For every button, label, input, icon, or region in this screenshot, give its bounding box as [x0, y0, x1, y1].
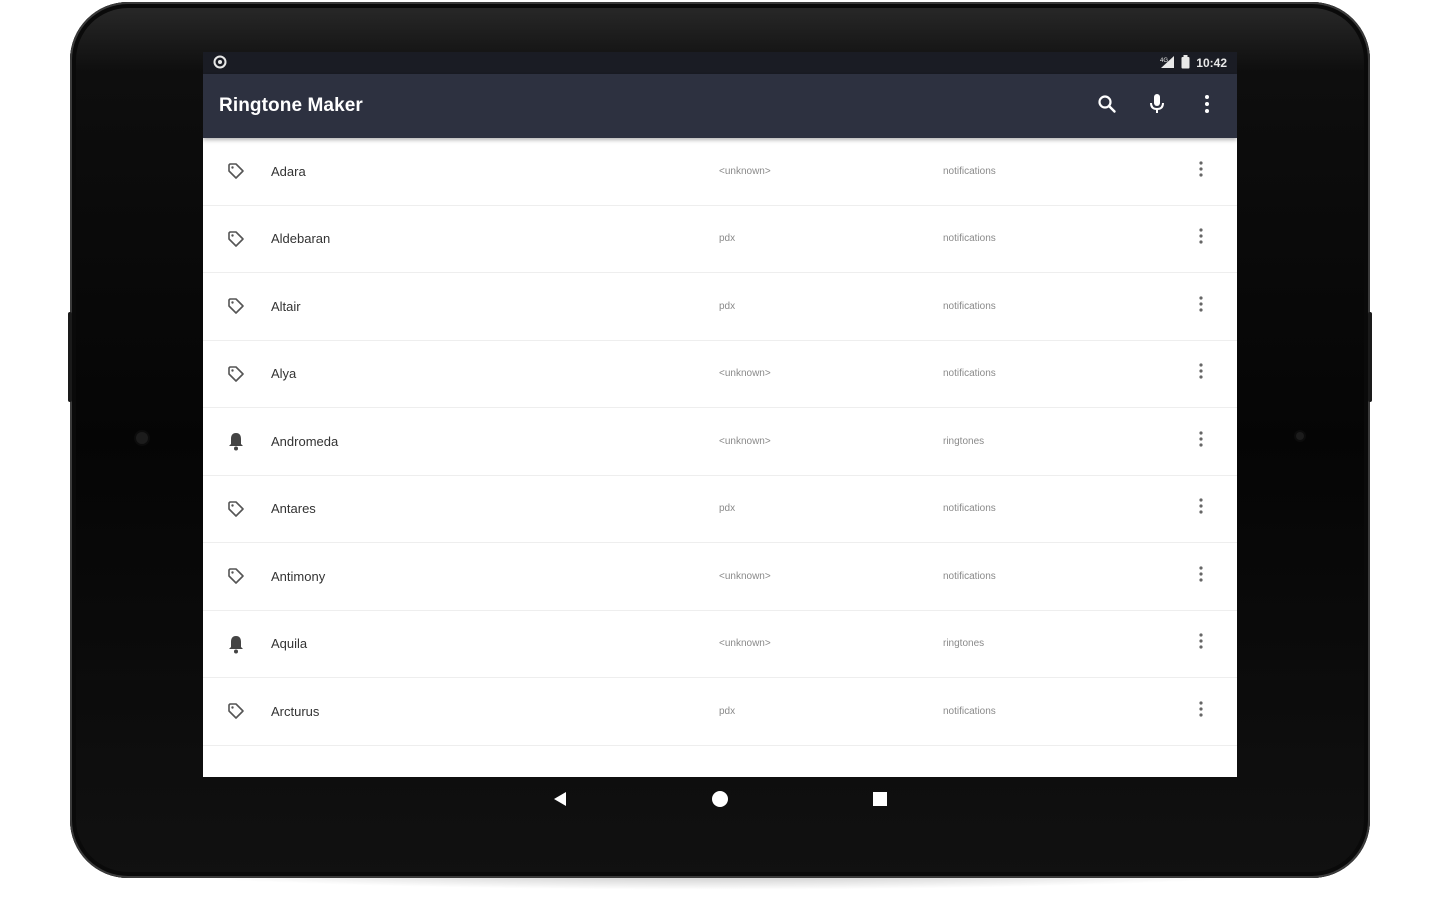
sound-title: Adara: [271, 163, 306, 179]
more-vert-icon: [1199, 363, 1203, 384]
sound-album: notifications: [943, 165, 996, 177]
side-button-right: [1368, 312, 1372, 402]
sound-title: Antares: [271, 501, 316, 517]
sound-artist: pdx: [719, 233, 736, 245]
signal-icon: 4G: [1159, 55, 1175, 72]
search-icon: [1097, 94, 1117, 119]
bell-icon: [225, 430, 247, 452]
sound-title: Altair: [271, 298, 301, 314]
more-vert-icon: [1199, 296, 1203, 317]
sound-title: Alya: [271, 366, 297, 382]
app-title: Ringtone Maker: [219, 95, 363, 116]
sound-album: ringtones: [943, 638, 985, 650]
more-vert-icon: [1199, 566, 1203, 587]
row-overflow-button[interactable]: [1191, 632, 1211, 656]
sound-artist: pdx: [719, 705, 736, 717]
microphone-icon: [1148, 93, 1166, 120]
sound-album: notifications: [943, 570, 996, 582]
sound-title: Andromeda: [271, 433, 339, 449]
home-icon: [710, 789, 730, 814]
row-overflow-button[interactable]: [1191, 159, 1211, 183]
row-overflow-button[interactable]: [1191, 564, 1211, 588]
sound-album: notifications: [943, 233, 996, 245]
list-item[interactable]: Aldebaran pdx notifications: [203, 206, 1237, 273]
sound-album: notifications: [943, 300, 996, 312]
sound-title: Arcturus: [271, 703, 320, 719]
more-vert-icon: [1199, 431, 1203, 452]
tag-icon: [225, 700, 247, 722]
back-button[interactable]: [540, 786, 580, 816]
row-overflow-button[interactable]: [1191, 699, 1211, 723]
overflow-menu-icon: [1204, 94, 1210, 119]
settings-icon: [213, 55, 227, 72]
row-overflow-button[interactable]: [1191, 227, 1211, 251]
more-vert-icon: [1199, 498, 1203, 519]
sound-artist: <unknown>: [719, 368, 771, 380]
list-item[interactable]: Arcturus pdx notifications: [203, 678, 1237, 746]
more-vert-icon: [1199, 701, 1203, 722]
navigation-bar: [540, 786, 900, 816]
row-overflow-button[interactable]: [1191, 294, 1211, 318]
sound-title: Antimony: [271, 568, 326, 584]
battery-icon: [1181, 54, 1190, 72]
list-item[interactable]: Alya <unknown> notifications: [203, 341, 1237, 408]
row-overflow-button[interactable]: [1191, 497, 1211, 521]
more-vert-icon: [1199, 228, 1203, 249]
sound-album: notifications: [943, 705, 996, 717]
recents-icon: [872, 791, 888, 812]
device-screen: 4G 10:42 Ringtone Maker Adara <unknown> …: [203, 52, 1237, 777]
back-icon: [551, 790, 569, 813]
list-item[interactable]: Antares pdx notifications: [203, 476, 1237, 543]
sound-artist: <unknown>: [719, 638, 771, 650]
search-button[interactable]: [1093, 92, 1121, 120]
recents-button[interactable]: [860, 786, 900, 816]
app-toolbar: Ringtone Maker: [203, 74, 1237, 138]
side-button-left: [68, 312, 72, 402]
row-overflow-button[interactable]: [1191, 429, 1211, 453]
sound-artist: <unknown>: [719, 435, 771, 447]
tag-icon: [225, 228, 247, 250]
row-overflow-button[interactable]: [1191, 362, 1211, 386]
tag-icon: [225, 363, 247, 385]
sound-artist: <unknown>: [719, 570, 771, 582]
front-sensor-left: [136, 432, 148, 444]
sound-album: notifications: [943, 503, 996, 515]
sound-artist: pdx: [719, 503, 736, 515]
voice-record-button[interactable]: [1143, 92, 1171, 120]
sound-artist: <unknown>: [719, 165, 771, 177]
tag-icon: [225, 565, 247, 587]
sound-album: ringtones: [943, 435, 985, 447]
tag-icon: [225, 160, 247, 182]
sound-title: Aldebaran: [271, 231, 331, 247]
bell-icon: [225, 633, 247, 655]
sound-artist: pdx: [719, 300, 736, 312]
status-bar: 4G 10:42: [203, 52, 1237, 74]
tag-icon: [225, 498, 247, 520]
list-item[interactable]: Andromeda <unknown> ringtones: [203, 408, 1237, 476]
list-item[interactable]: Altair pdx notifications: [203, 273, 1237, 341]
list-item[interactable]: Aquila <unknown> ringtones: [203, 611, 1237, 678]
status-time: 10:42: [1196, 56, 1227, 70]
svg-text:4G: 4G: [1160, 58, 1168, 64]
tag-icon: [225, 295, 247, 317]
list-item[interactable]: Adara <unknown> notifications: [203, 138, 1237, 206]
front-sensor-right: [1296, 432, 1304, 440]
overflow-menu-button[interactable]: [1193, 92, 1221, 120]
list-item[interactable]: Antimony <unknown> notifications: [203, 543, 1237, 611]
more-vert-icon: [1199, 633, 1203, 654]
more-vert-icon: [1199, 161, 1203, 182]
sound-title: Aquila: [271, 636, 308, 652]
sound-list: Adara <unknown> notifications Aldebaran pdx n…: [203, 138, 1237, 746]
home-button[interactable]: [700, 786, 740, 816]
sound-album: notifications: [943, 368, 996, 380]
